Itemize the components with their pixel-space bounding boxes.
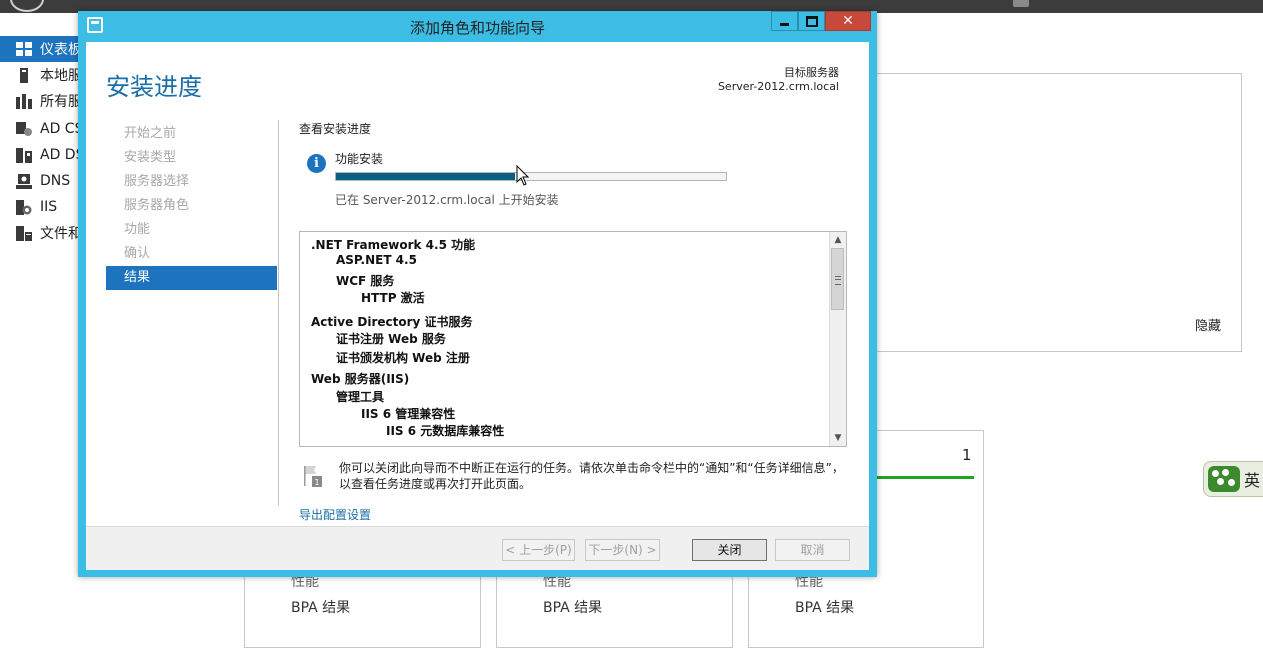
input-method-widget[interactable]: 英 bbox=[1203, 461, 1263, 497]
feature-item: HTTP 激活 bbox=[361, 291, 425, 305]
install-status-text: 已在 Server-2012.crm.local 上开始安装 bbox=[335, 193, 559, 207]
dashboard-icon bbox=[16, 41, 32, 57]
previous-button[interactable]: < 上一步(P) bbox=[502, 539, 575, 561]
features-scrollbar[interactable]: ▲ ▼ bbox=[829, 232, 846, 446]
step-confirmation: 确认 bbox=[124, 246, 151, 261]
sidebar-item-label: DNS bbox=[40, 173, 71, 189]
sidebar-item-label: AD CS bbox=[40, 121, 80, 137]
feature-item: IIS 6 管理兼容性 bbox=[361, 407, 456, 421]
sidebar-item-label: 所有服务器 bbox=[40, 94, 80, 110]
mouse-cursor-icon bbox=[516, 165, 530, 186]
sidebar-item-label: IIS bbox=[40, 199, 58, 215]
hide-welcome-link[interactable]: 隐藏 bbox=[1195, 315, 1221, 334]
step-server-roles: 服务器角色 bbox=[124, 198, 190, 213]
minimize-button[interactable] bbox=[771, 11, 798, 31]
feature-item: ASP.NET 4.5 bbox=[336, 253, 417, 267]
flag-notification-icon[interactable] bbox=[1013, 0, 1029, 7]
target-server-label: 目标服务器 bbox=[784, 66, 839, 79]
step-server-selection: 服务器选择 bbox=[124, 174, 190, 189]
tile-status-bar bbox=[877, 476, 974, 479]
window-close-button[interactable]: ✕ bbox=[825, 11, 871, 31]
back-button[interactable] bbox=[10, 0, 44, 12]
flower-icon bbox=[1208, 466, 1240, 492]
scrollbar-thumb[interactable] bbox=[831, 248, 844, 310]
feature-item: IIS 6 元数据库兼容性 bbox=[386, 424, 505, 438]
features-list-content: .NET Framework 4.5 功能 ASP.NET 4.5 WCF 服务… bbox=[300, 232, 830, 446]
step-results[interactable]: 结果 bbox=[106, 266, 277, 290]
sidebar-item-local-server[interactable]: 本地服务器 bbox=[0, 62, 80, 88]
sidebar-item-ad-ds[interactable]: AD DS bbox=[0, 142, 80, 168]
sidebar-item-iis[interactable]: IIS bbox=[0, 194, 80, 220]
notification-flag-icon: 1 bbox=[304, 466, 322, 487]
install-progress-fill bbox=[336, 173, 516, 180]
sidebar-item-dns[interactable]: DNS bbox=[0, 168, 80, 194]
page-title: 安装进度 bbox=[106, 73, 202, 101]
info-icon: i bbox=[307, 154, 326, 173]
close-icon: ✕ bbox=[842, 13, 854, 29]
ad-ds-icon bbox=[16, 147, 32, 163]
feature-install-label: 功能安装 bbox=[335, 152, 384, 166]
feature-item: WCF 服务 bbox=[336, 274, 395, 288]
server-manager-sidebar: 仪表板 本地服务器 所有服务器 AD CS AD DS DNS IIS bbox=[0, 36, 80, 646]
svg-text:1: 1 bbox=[314, 478, 319, 487]
next-button[interactable]: 下一步(N) > bbox=[585, 539, 660, 561]
tile-count: 1 bbox=[962, 446, 972, 464]
all-servers-icon bbox=[16, 93, 32, 109]
sidebar-item-all-servers[interactable]: 所有服务器 bbox=[0, 88, 80, 114]
feature-item: 管理工具 bbox=[336, 390, 385, 404]
maximize-icon bbox=[805, 15, 818, 27]
step-before-you-begin: 开始之前 bbox=[124, 126, 177, 141]
grip-icon bbox=[835, 276, 841, 285]
feature-item: Web 服务器(IIS) bbox=[311, 372, 410, 386]
sidebar-item-ad-cs[interactable]: AD CS bbox=[0, 116, 80, 142]
view-progress-label: 查看安装进度 bbox=[299, 122, 372, 136]
sidebar-item-label: 仪表板 bbox=[40, 42, 80, 58]
sidebar-item-label: 文件和存储服务 bbox=[40, 226, 80, 242]
scroll-down-icon[interactable]: ▼ bbox=[830, 430, 846, 446]
install-progress-bar bbox=[335, 172, 727, 181]
target-server-name: Server-2012.crm.local bbox=[717, 80, 839, 93]
maximize-button[interactable] bbox=[798, 11, 825, 31]
sidebar-item-label: AD DS bbox=[40, 147, 80, 163]
target-server-info: 目标服务器 Server-2012.crm.local bbox=[718, 66, 839, 94]
wizard-footer: < 上一步(P) 下一步(N) > 关闭 取消 bbox=[86, 526, 869, 570]
steps-divider bbox=[278, 120, 279, 506]
sidebar-item-file-storage[interactable]: 文件和存储服务 bbox=[0, 220, 80, 246]
features-list[interactable]: .NET Framework 4.5 功能 ASP.NET 4.5 WCF 服务… bbox=[299, 231, 847, 447]
add-roles-wizard-window: 添加角色和功能向导 ✕ 安装进度 目标服务器 Server-2012.crm.l… bbox=[78, 11, 877, 577]
tile-row-bpa[interactable]: BPA 结果 bbox=[291, 597, 350, 617]
dns-icon bbox=[16, 173, 32, 189]
window-titlebar[interactable]: 添加角色和功能向导 ✕ bbox=[78, 11, 877, 42]
sidebar-item-dashboard[interactable]: 仪表板 bbox=[0, 36, 80, 62]
export-config-link[interactable]: 导出配置设置 bbox=[299, 506, 371, 523]
close-wizard-note: 你可以关闭此向导而不中断正在运行的任务。请依次单击命令栏中的“通知”和“任务详细… bbox=[339, 461, 844, 491]
welcome-panel: 隐藏 bbox=[876, 73, 1242, 352]
close-button[interactable]: 关闭 bbox=[692, 539, 767, 561]
wizard-steps: 开始之前 安装类型 服务器选择 服务器角色 功能 确认 结果 bbox=[106, 122, 277, 290]
feature-item: Active Directory 证书服务 bbox=[311, 315, 473, 329]
minimize-icon bbox=[780, 22, 789, 26]
step-installation-type: 安装类型 bbox=[124, 150, 177, 165]
feature-item: 证书颁发机构 Web 注册 bbox=[336, 351, 470, 365]
ad-cs-icon bbox=[16, 121, 32, 137]
scroll-up-icon[interactable]: ▲ bbox=[830, 232, 846, 248]
tile-row-bpa[interactable]: BPA 结果 bbox=[543, 597, 602, 617]
input-method-label: 英 bbox=[1244, 471, 1261, 490]
window-title: 添加角色和功能向导 bbox=[409, 19, 545, 37]
feature-item: .NET Framework 4.5 功能 bbox=[311, 238, 476, 252]
local-server-icon bbox=[16, 67, 32, 83]
wizard-client-area: 安装进度 目标服务器 Server-2012.crm.local 开始之前 安装… bbox=[86, 42, 869, 570]
file-storage-icon bbox=[16, 225, 32, 241]
iis-icon bbox=[16, 199, 32, 215]
sidebar-item-label: 本地服务器 bbox=[40, 68, 80, 84]
step-features: 功能 bbox=[124, 222, 151, 237]
tile-row-bpa[interactable]: BPA 结果 bbox=[795, 597, 854, 617]
cancel-button[interactable]: 取消 bbox=[775, 539, 850, 561]
feature-item: 证书注册 Web 服务 bbox=[336, 332, 446, 346]
